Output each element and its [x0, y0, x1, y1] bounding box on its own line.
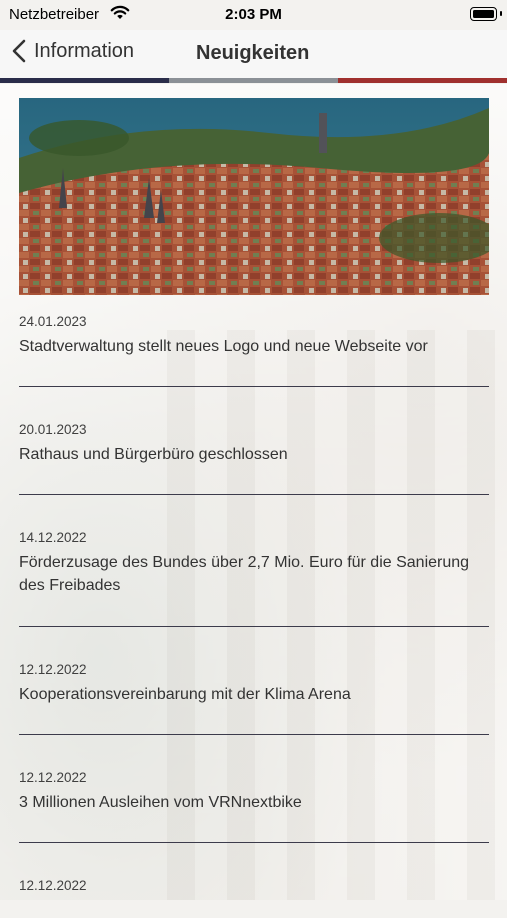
news-item-1[interactable]: 24.01.2023 Stadtverwaltung stellt neues …: [19, 314, 489, 387]
news-date: 12.12.2022: [19, 662, 87, 677]
news-title: 3 Millionen Ausleihen vom VRNnextbike: [19, 794, 302, 811]
news-date: 24.01.2023: [19, 314, 87, 329]
page-title: Neuigkeiten: [196, 42, 310, 64]
news-date: 14.12.2022: [19, 530, 87, 545]
back-button[interactable]: Information: [12, 39, 134, 63]
news-date: 12.12.2022: [19, 878, 87, 893]
navigation-bar: Information Neuigkeiten: [0, 30, 507, 80]
status-bar: Netzbetreiber 2:03 PM: [0, 0, 507, 30]
news-title: Kooperationsvereinbarung mit der Klima A…: [19, 686, 351, 703]
news-date: 20.01.2023: [19, 422, 87, 437]
chevron-left-icon: [12, 39, 26, 63]
news-item-6[interactable]: 12.12.2022: [19, 878, 489, 918]
brand-stripe: [0, 78, 507, 83]
stripe-segment-red: [338, 78, 507, 83]
battery-tip-icon: [500, 11, 502, 16]
news-title: Rathaus und Bürgerbüro geschlossen: [19, 446, 288, 463]
news-date: 12.12.2022: [19, 770, 87, 785]
news-item-3[interactable]: 14.12.2022 Förderzusage des Bundes über …: [19, 530, 489, 627]
stripe-segment-gray: [169, 78, 338, 83]
news-title: Stadtverwaltung stellt neues Logo und ne…: [19, 338, 428, 355]
hero-image-town-aerial: [19, 98, 489, 295]
stripe-segment-navy: [0, 78, 169, 83]
news-item-2[interactable]: 20.01.2023 Rathaus und Bürgerbüro geschl…: [19, 422, 489, 495]
back-label: Information: [34, 39, 135, 62]
news-list: 24.01.2023 Stadtverwaltung stellt neues …: [19, 314, 489, 918]
clock: 2:03 PM: [225, 6, 282, 23]
news-item-4[interactable]: 12.12.2022 Kooperationsvereinbarung mit …: [19, 662, 489, 735]
battery-icon: [470, 7, 497, 21]
news-item-5[interactable]: 12.12.2022 3 Millionen Ausleihen vom VRN…: [19, 770, 489, 843]
news-title: Förderzusage des Bundes über 2,7 Mio. Eu…: [19, 554, 470, 594]
